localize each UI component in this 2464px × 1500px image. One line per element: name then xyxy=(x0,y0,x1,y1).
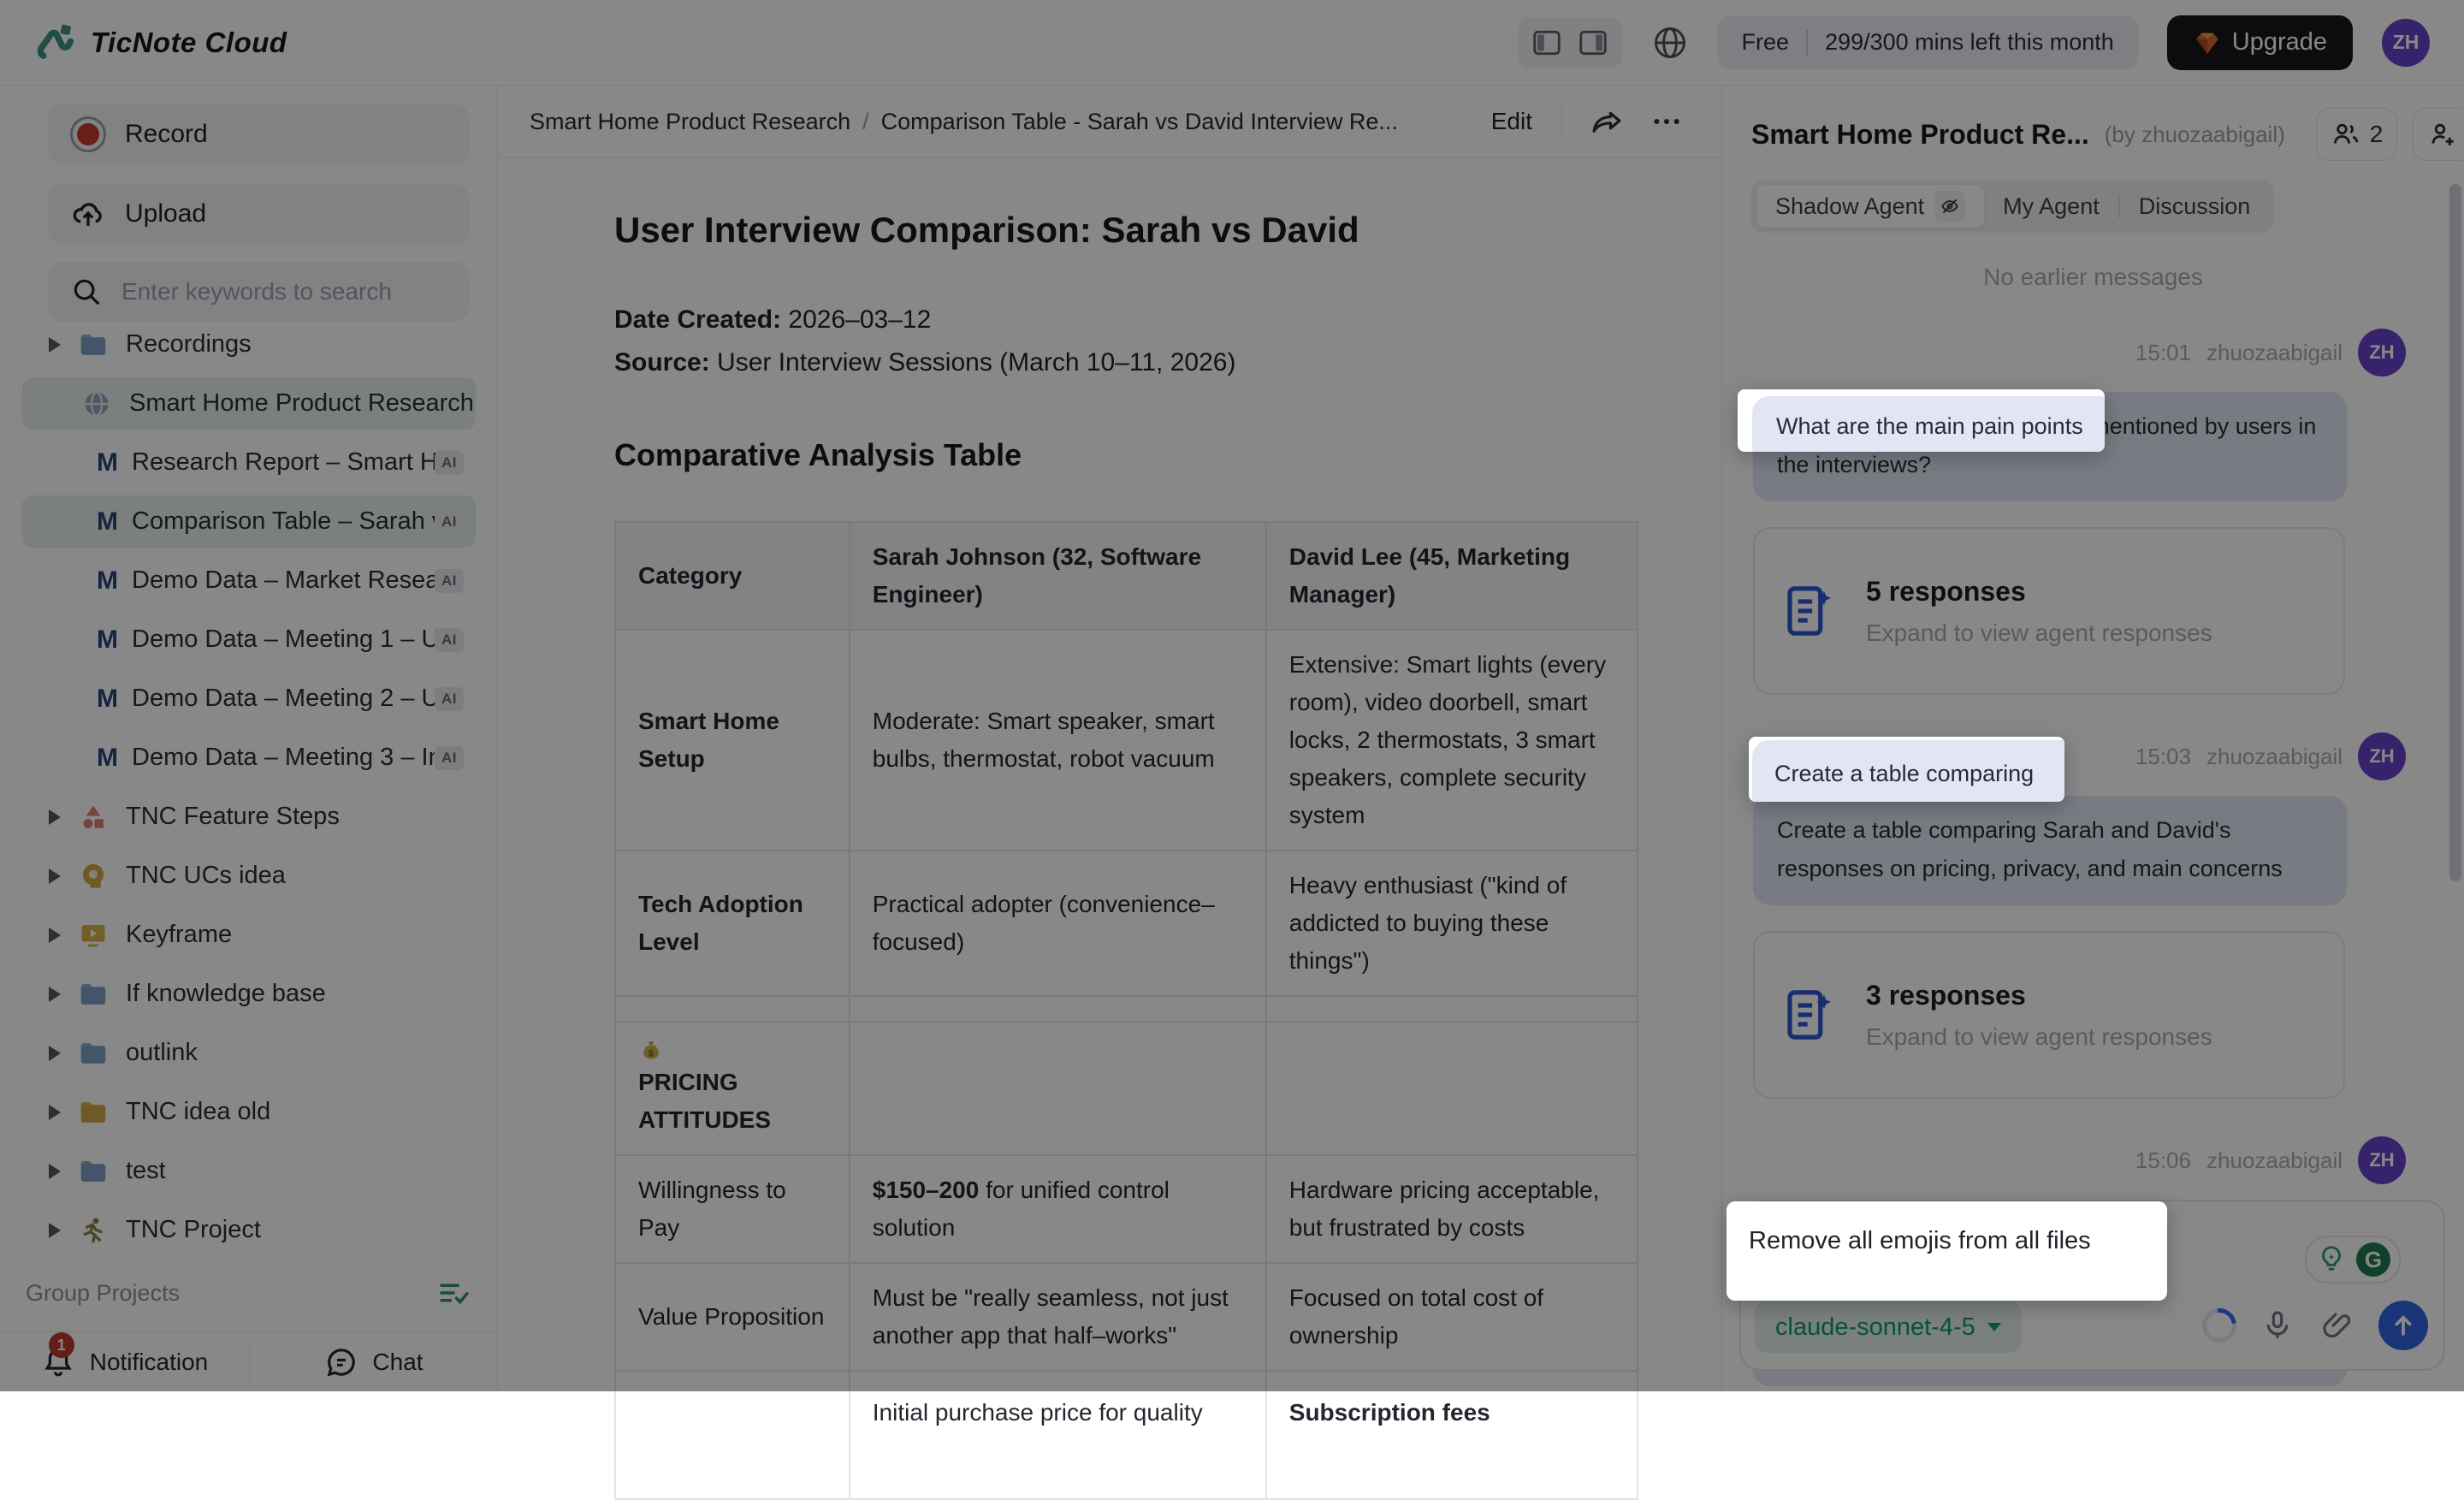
dim-overlay xyxy=(0,0,2464,1391)
highlight-composer-input: Remove all emojis from all files xyxy=(1727,1201,2167,1301)
highlight-message-fragment: Create a table comparing xyxy=(1749,737,2064,802)
highlight-message-fragment: What are the main pain points xyxy=(1738,389,2105,452)
